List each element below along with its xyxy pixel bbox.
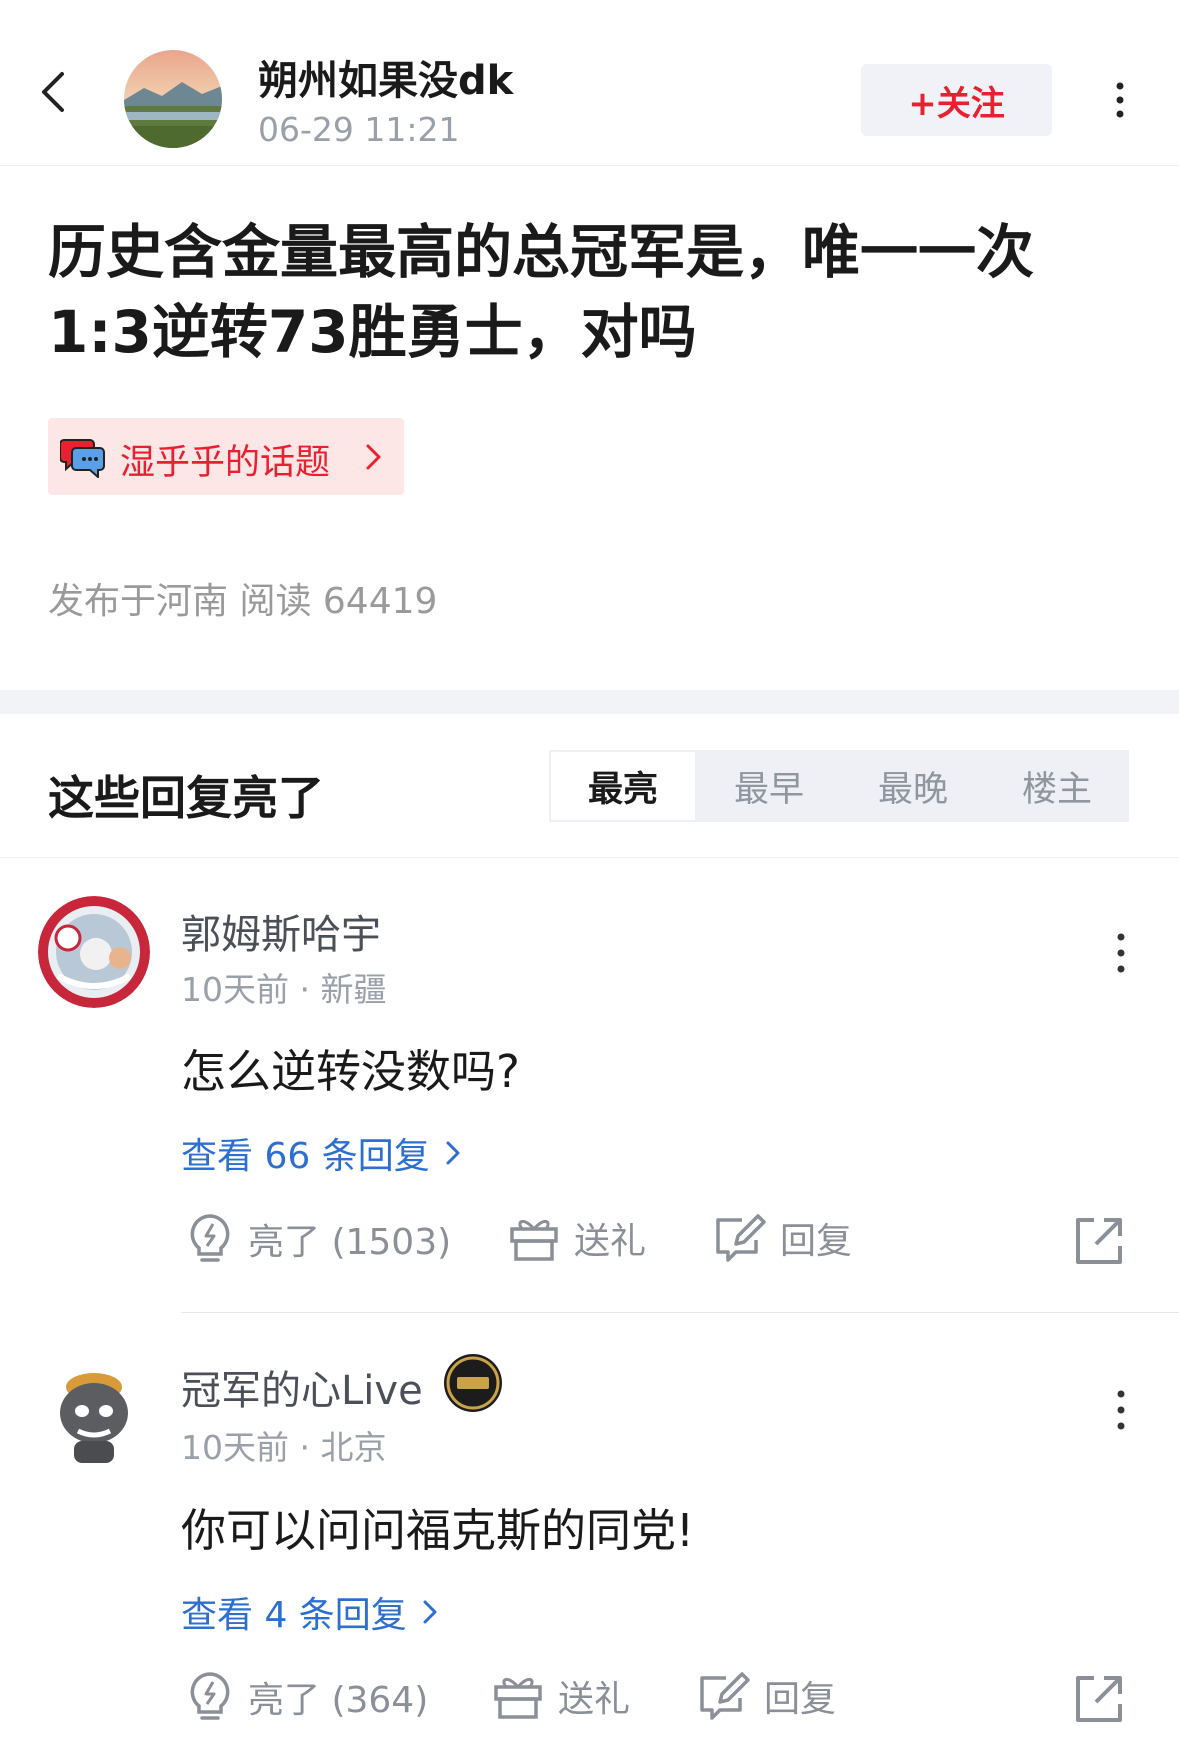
user-badge-icon — [444, 1354, 502, 1412]
post-meta: 发布于河南 阅读 64419 — [48, 581, 438, 622]
follow-button[interactable]: +关注 — [861, 64, 1052, 136]
post-time: 06-29 11:21 — [258, 110, 460, 149]
comment-username[interactable]: 冠军的心Live — [181, 1358, 423, 1416]
post-title-line2: 1:3逆转73胜勇士，对吗 — [48, 298, 697, 366]
back-arrow-icon[interactable] — [34, 70, 78, 114]
gift-button[interactable]: 送礼 — [492, 1670, 630, 1722]
comment-divider — [181, 1312, 1179, 1313]
reply-label: 回复 — [780, 1221, 853, 1262]
tab-latest[interactable]: 最晚 — [841, 750, 985, 822]
tab-brightest[interactable]: 最亮 — [551, 752, 695, 820]
reply-button[interactable]: 回复 — [712, 1212, 852, 1264]
view-replies-label: 查看 4 条回复 — [181, 1595, 407, 1636]
like-label: 亮了 (1503) — [248, 1222, 452, 1263]
more-vertical-icon[interactable] — [1105, 78, 1135, 122]
topic-tag[interactable]: 湿乎乎的话题 — [48, 418, 404, 495]
chevron-right-icon — [446, 1141, 460, 1165]
author-name[interactable]: 朔州如果没dk — [258, 48, 513, 106]
like-label: 亮了 (364) — [248, 1680, 429, 1721]
more-vertical-icon[interactable] — [1106, 928, 1136, 978]
post-title-line1: 历史含金量最高的总冠军是，唯一一次 — [48, 218, 1035, 286]
gift-label: 送礼 — [574, 1221, 647, 1262]
gift-icon — [494, 1678, 542, 1719]
reply-label: 回复 — [764, 1679, 837, 1720]
more-vertical-icon[interactable] — [1106, 1385, 1136, 1435]
comment-meta: 10天前 · 北京 — [181, 1428, 387, 1467]
chevron-right-icon — [423, 1600, 437, 1624]
comment-text: 你可以问问福克斯的同党! — [181, 1504, 695, 1557]
comment-avatar[interactable] — [38, 1355, 150, 1467]
topic-chat-icon — [60, 439, 105, 478]
comment-avatar[interactable] — [38, 896, 150, 1008]
comment-meta: 10天前 · 新疆 — [181, 970, 387, 1009]
view-replies-label: 查看 66 条回复 — [181, 1136, 430, 1177]
like-button[interactable]: 亮了 (364) — [186, 1670, 428, 1724]
sort-tabs: 最亮 最早 最晚 楼主 — [549, 750, 1129, 822]
topic-label: 湿乎乎的话题 — [120, 443, 331, 483]
author-avatar[interactable] — [124, 50, 222, 148]
section-separator — [0, 690, 1179, 714]
replies-divider — [0, 857, 1179, 858]
chevron-right-icon — [366, 444, 381, 470]
lightbulb-icon — [190, 1672, 230, 1720]
header-divider — [0, 165, 1179, 166]
edit-reply-icon — [700, 1672, 750, 1720]
edit-reply-icon — [716, 1214, 766, 1262]
view-replies-link[interactable]: 查看 66 条回复 — [181, 1127, 462, 1179]
replies-section-title: 这些回复亮了 — [48, 771, 324, 825]
tab-earliest[interactable]: 最早 — [697, 750, 841, 822]
comment-text: 怎么逆转没数吗? — [181, 1045, 520, 1098]
view-replies-link[interactable]: 查看 4 条回复 — [181, 1586, 439, 1638]
share-icon[interactable] — [1072, 1672, 1126, 1726]
share-icon[interactable] — [1072, 1214, 1126, 1268]
comment-username[interactable]: 郭姆斯哈宇 — [181, 902, 381, 960]
like-button[interactable]: 亮了 (1503) — [186, 1212, 451, 1266]
lightbulb-icon — [190, 1214, 230, 1262]
reply-button[interactable]: 回复 — [696, 1670, 836, 1722]
post-title: 历史含金量最高的总冠军是，唯一一次 1:3逆转73胜勇士，对吗 — [48, 212, 1128, 372]
gift-icon — [510, 1220, 558, 1261]
gift-label: 送礼 — [558, 1679, 631, 1720]
tab-op[interactable]: 楼主 — [985, 750, 1129, 822]
gift-button[interactable]: 送礼 — [508, 1212, 646, 1264]
